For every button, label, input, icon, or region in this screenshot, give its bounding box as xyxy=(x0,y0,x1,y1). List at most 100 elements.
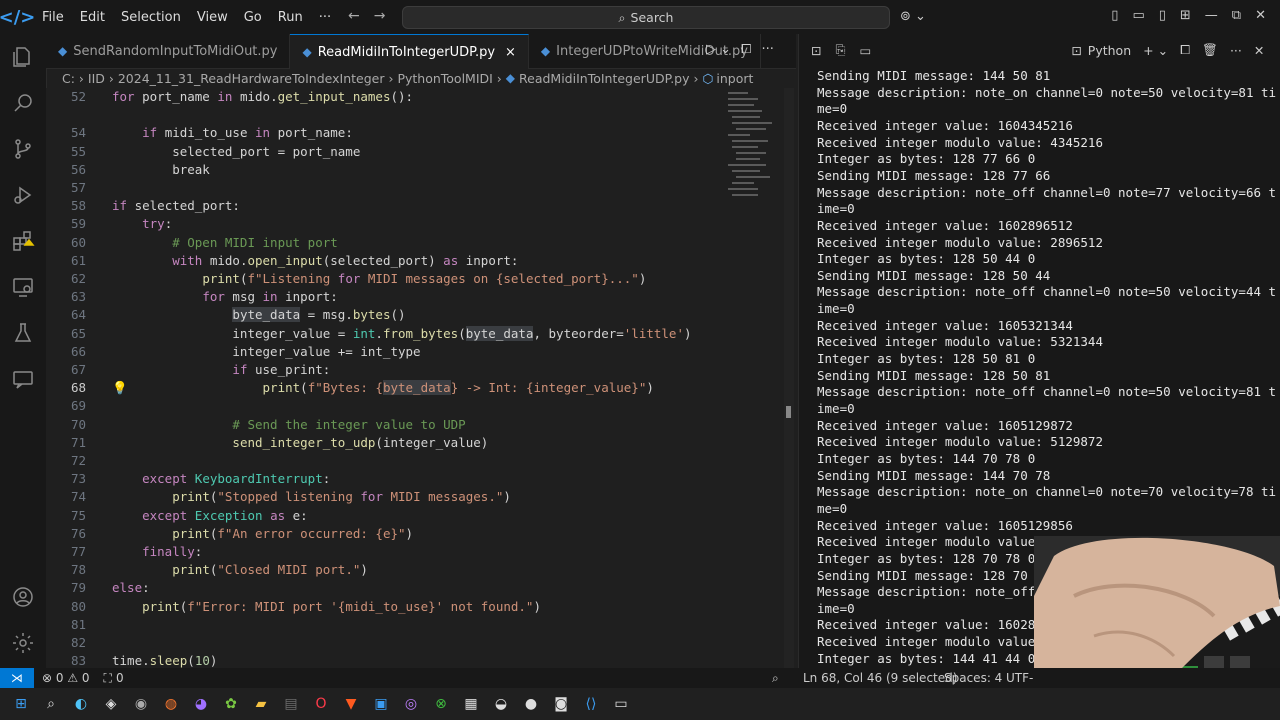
menu-view[interactable]: View xyxy=(189,10,236,25)
toggle-sidebar-icon[interactable]: ▯ xyxy=(1111,8,1118,23)
menu-more[interactable]: ··· xyxy=(311,10,339,25)
close-window-icon[interactable]: ✕ xyxy=(1255,8,1266,23)
copilot-icon[interactable]: ⊚ ⌄ xyxy=(900,9,926,24)
back-arrow-icon[interactable]: ← xyxy=(348,8,374,24)
more-icon[interactable]: ··· xyxy=(1230,43,1242,58)
explorer-icon[interactable] xyxy=(0,34,46,80)
clipboard-icon[interactable]: ⎘ xyxy=(835,42,845,58)
scrollbar-thumb[interactable] xyxy=(786,406,791,418)
code-line[interactable]: 72 xyxy=(46,452,790,470)
menu-selection[interactable]: Selection xyxy=(113,10,189,25)
file-explorer-icon[interactable]: ▰ xyxy=(248,691,274,717)
firefox-icon[interactable]: ◍ xyxy=(158,691,184,717)
toggle-secondary-sidebar-icon[interactable]: ▯ xyxy=(1159,8,1166,23)
search-icon[interactable] xyxy=(0,80,46,126)
app-icon[interactable]: ◈ xyxy=(98,691,124,717)
problems-indicator[interactable]: ⊗ 0 ⚠ 0 xyxy=(42,671,90,685)
breadcrumb-symbol[interactable]: inport xyxy=(716,71,753,86)
xbox-icon[interactable]: ⊗ xyxy=(428,691,454,717)
code-line[interactable]: 59 try: xyxy=(46,215,790,233)
code-line[interactable]: 55 selected_port = port_name xyxy=(46,143,790,161)
remote-explorer-icon[interactable] xyxy=(0,264,46,310)
terminal-taskbar-icon[interactable]: ▭ xyxy=(608,691,634,717)
opera-icon[interactable]: O xyxy=(308,691,334,717)
code-line[interactable]: 66 integer_value += int_type xyxy=(46,343,790,361)
toggle-panel-icon[interactable]: ▭ xyxy=(1132,8,1144,23)
code-line[interactable]: 70 # Send the integer value to UDP xyxy=(46,416,790,434)
command-search-input[interactable]: ⌕ Search xyxy=(402,6,890,29)
code-line[interactable]: 74 print("Stopped listening for MIDI mes… xyxy=(46,488,790,506)
split-terminal-icon[interactable]: ⧠ xyxy=(1180,42,1190,58)
code-line[interactable]: 62 print(f"Listening for MIDI messages o… xyxy=(46,270,790,288)
minimize-icon[interactable]: — xyxy=(1205,8,1218,23)
close-panel-icon[interactable]: ✕ xyxy=(1254,43,1264,58)
app-icon[interactable]: ◎ xyxy=(398,691,424,717)
vscode-taskbar-icon[interactable]: ⟨⟩ xyxy=(578,691,604,717)
app-icon[interactable]: ◙ xyxy=(548,691,574,717)
code-line[interactable]: 71 send_integer_to_udp(integer_value) xyxy=(46,434,790,452)
menu-run[interactable]: Run xyxy=(270,10,311,25)
code-line[interactable]: 82 xyxy=(46,634,790,652)
restore-icon[interactable]: ⧉ xyxy=(1232,8,1241,23)
code-line[interactable]: 73 except KeyboardInterrupt: xyxy=(46,470,790,488)
cursor-position[interactable]: Ln 68, Col 46 (9 selected) xyxy=(803,671,957,685)
close-tab-icon[interactable]: × xyxy=(505,45,516,60)
app-icon[interactable]: ▤ xyxy=(278,691,304,717)
terminal-icon[interactable]: ⊡ xyxy=(811,43,821,58)
breadcrumb-path[interactable]: C: › IID › 2024_11_31_ReadHardwareToInde… xyxy=(62,71,506,86)
code-line[interactable]: 81 xyxy=(46,616,790,634)
breadcrumb-file[interactable]: ReadMidiInToIntegerUDP.py xyxy=(519,71,689,86)
kill-terminal-icon[interactable]: 🗑 xyxy=(1202,42,1218,58)
code-line[interactable]: 57 xyxy=(46,179,790,197)
menu-file[interactable]: File xyxy=(34,10,72,25)
chrome-icon[interactable]: ◉ xyxy=(128,691,154,717)
menu-edit[interactable]: Edit xyxy=(72,10,113,25)
lightbulb-icon[interactable]: 💡 xyxy=(112,379,128,397)
code-line[interactable]: 52 for port_name in mido.get_input_names(… xyxy=(46,88,790,106)
account-icon[interactable] xyxy=(0,574,46,620)
code-line[interactable]: 54 if midi_to_use in port_name: xyxy=(46,124,790,142)
code-line[interactable]: 75 except Exception as e: xyxy=(46,507,790,525)
app-icon[interactable]: ✿ xyxy=(218,691,244,717)
extensions-icon[interactable] xyxy=(0,218,46,264)
tab-readmidiin[interactable]: ◆ ReadMidiInToIntegerUDP.py × xyxy=(290,34,529,69)
chat-panel-icon[interactable]: ▭ xyxy=(860,43,872,58)
app-icon[interactable]: ▦ xyxy=(458,691,484,717)
ports-count[interactable]: 0 xyxy=(116,671,124,685)
more-actions-icon[interactable]: ··· xyxy=(761,42,773,57)
settings-gear-icon[interactable] xyxy=(0,620,46,666)
forward-arrow-icon[interactable]: → xyxy=(374,8,400,24)
code-line[interactable]: 68 print(f"Bytes: {byte_data} -> Int: {i… xyxy=(46,379,790,397)
encoding[interactable]: UTF- xyxy=(1006,671,1033,685)
tab-sendrandominput[interactable]: ◆ SendRandomInputToMidiOut.py xyxy=(46,34,291,68)
remote-indicator-icon[interactable]: ⋊ xyxy=(0,668,34,688)
new-terminal-icon[interactable]: + ⌄ xyxy=(1143,43,1168,58)
customize-layout-icon[interactable]: ⊞ xyxy=(1180,8,1191,23)
code-line[interactable]: 76 print(f"An error occurred: {e}") xyxy=(46,525,790,543)
indentation[interactable]: Spaces: 4 xyxy=(944,671,1002,685)
zoom-icon[interactable]: ⌕ xyxy=(772,671,779,686)
code-line[interactable]: 67 if use_print: xyxy=(46,361,790,379)
code-line[interactable]: 56 break xyxy=(46,161,790,179)
code-line[interactable]: 77 finally: xyxy=(46,543,790,561)
code-line[interactable]: 79 else: xyxy=(46,579,790,597)
split-editor-icon[interactable]: ⧠ xyxy=(741,42,751,57)
app-icon[interactable]: ▣ xyxy=(368,691,394,717)
code-line[interactable]: 61 with mido.open_input(selected_port) a… xyxy=(46,252,790,270)
code-line[interactable]: 58 if selected_port: xyxy=(46,197,790,215)
brave-icon[interactable]: ▼ xyxy=(338,691,364,717)
copilot-taskbar-icon[interactable]: ◐ xyxy=(68,691,94,717)
search-icon[interactable]: ⌕ xyxy=(38,691,64,717)
code-line[interactable]: 69 xyxy=(46,397,790,415)
menu-go[interactable]: Go xyxy=(236,10,270,25)
code-line[interactable]: 78 print("Closed MIDI port.") xyxy=(46,561,790,579)
run-python-file-icon[interactable]: ▷ ⌄ xyxy=(706,42,731,57)
testing-icon[interactable] xyxy=(0,310,46,356)
source-control-icon[interactable] xyxy=(0,126,46,172)
minimap[interactable] xyxy=(726,90,780,210)
code-line[interactable]: 60 # Open MIDI input port xyxy=(46,234,790,252)
code-line[interactable]: 63 for msg in inport: xyxy=(46,288,790,306)
code-line[interactable]: 80 print(f"Error: MIDI port '{midi_to_us… xyxy=(46,598,790,616)
code-editor[interactable]: 52 for port_name in mido.get_input_names(… xyxy=(46,88,790,668)
windows-start-icon[interactable]: ⊞ xyxy=(8,691,34,717)
